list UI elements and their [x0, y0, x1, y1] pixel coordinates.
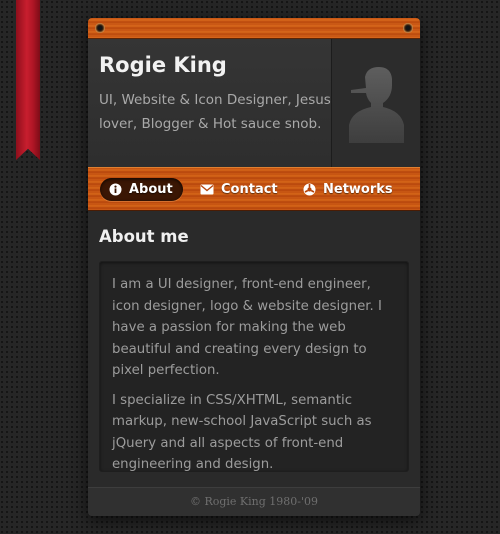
profile-header: Rogie King UI, Website & Icon Designer, … — [88, 39, 420, 167]
screw-icon — [95, 23, 105, 33]
tab-about[interactable]: About — [100, 178, 183, 201]
about-paragraph: I am a UI designer, front-end engineer, … — [112, 277, 382, 378]
tab-label: Networks — [323, 182, 393, 197]
tab-nav: About Contact Networks — [88, 167, 420, 211]
about-paragraph: I specialize in CSS/XHTML, semantic mark… — [112, 392, 372, 473]
tab-label: About — [129, 182, 173, 197]
envelope-icon — [200, 184, 214, 195]
bookmark-ribbon — [16, 0, 40, 160]
top-wood-bar — [88, 18, 420, 39]
profile-card: Rogie King UI, Website & Icon Designer, … — [88, 18, 420, 516]
section-title: About me — [99, 227, 189, 246]
tab-label: Contact — [221, 182, 278, 197]
about-section: About me I am a UI designer, front-end e… — [88, 211, 420, 487]
screw-icon — [403, 23, 413, 33]
tab-networks[interactable]: Networks — [303, 178, 393, 201]
about-text-box: I am a UI designer, front-end engineer, … — [99, 261, 409, 472]
info-icon — [109, 183, 122, 196]
globe-icon — [303, 183, 316, 196]
footer-copyright: © Rogie King 1980-'09 — [88, 487, 420, 516]
profile-name: Rogie King — [99, 53, 227, 77]
profile-bio: UI, Website & Icon Designer, Jesus lover… — [99, 92, 331, 132]
tab-contact[interactable]: Contact — [200, 178, 278, 201]
user-silhouette-icon — [349, 67, 404, 143]
avatar — [331, 39, 420, 167]
